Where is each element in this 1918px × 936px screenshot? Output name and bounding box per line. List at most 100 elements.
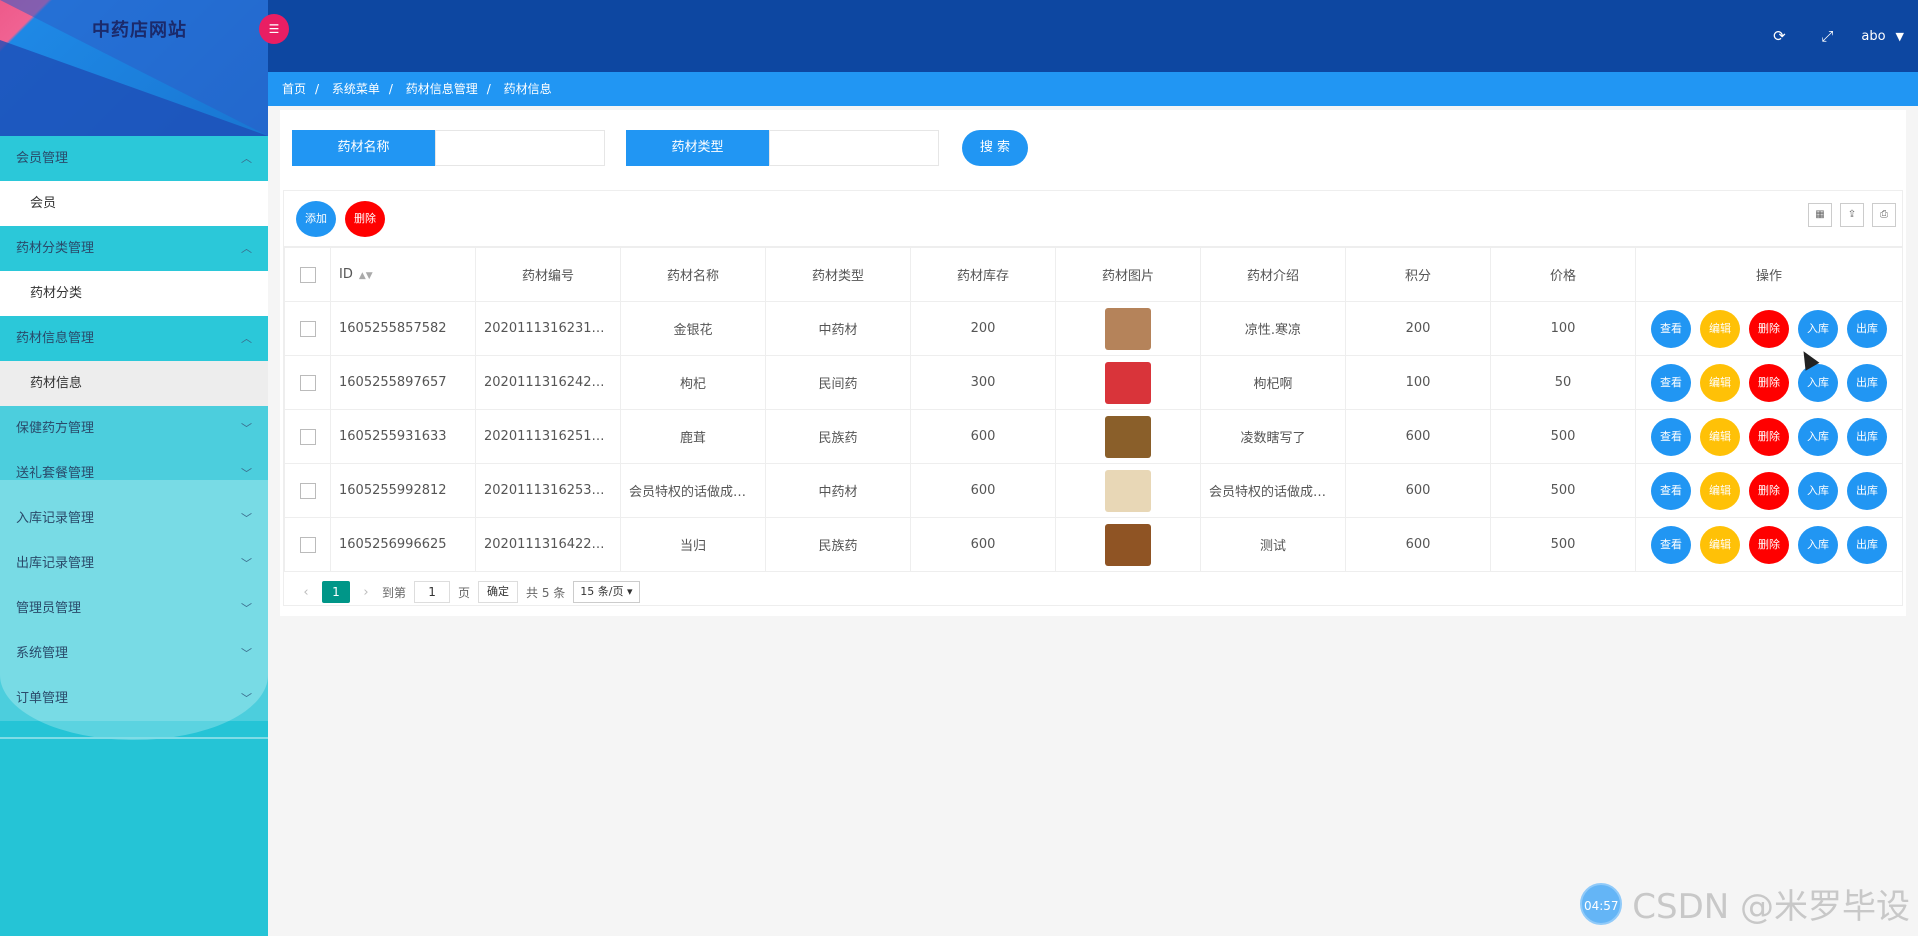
breadcrumb-home[interactable]: 首页 [282,82,306,96]
view-button[interactable]: 查看 [1651,471,1691,510]
sidebar-group-2[interactable]: 药材信息管理 ︿ [0,316,268,361]
col-intro: 药材介绍 [1200,247,1346,302]
herb-thumbnail[interactable] [1105,415,1151,458]
table-row: 1605256996625 20201113164223556 当归 民族药 600 测试… [284,517,1903,572]
sidebar-group-label: 管理员管理 [16,601,82,616]
chevron-down-icon: ﹀ [241,422,252,435]
sidebar-item-1-0[interactable]: 药材分类 [0,271,268,316]
stock-in-button[interactable]: 入库 [1798,471,1838,510]
columns-icon[interactable]: ▦ [1808,203,1832,227]
cell-image [1055,355,1201,410]
user-menu[interactable]: abo [1861,29,1885,44]
stock-out-button[interactable]: 出库 [1847,525,1887,564]
row-checkbox[interactable] [284,517,331,572]
breadcrumb-system-menu[interactable]: 系统菜单 [332,82,380,96]
chevron-down-icon[interactable]: ▼ [1896,30,1904,43]
cell-price: 500 [1490,517,1636,572]
delete-row-button[interactable]: 删除 [1749,309,1789,348]
stock-in-button[interactable]: 入库 [1798,525,1838,564]
sidebar-item-0-0[interactable]: 会员 [0,181,268,226]
select-all-checkbox[interactable] [284,247,331,302]
cell-actions: 查看 编辑 删除 入库 出库 [1635,409,1903,464]
delete-row-button[interactable]: 删除 [1749,471,1789,510]
sidebar-group-8[interactable]: 系统管理 ﹀ [0,631,268,676]
sidebar-group-9[interactable]: 订单管理 ﹀ [0,676,268,721]
add-button[interactable]: 添加 [296,201,336,237]
sidebar-group-0[interactable]: 会员管理 ︿ [0,136,268,181]
herb-thumbnail[interactable] [1105,469,1151,512]
stock-in-button[interactable]: 入库 [1798,309,1838,348]
list-icon[interactable]: ☰ [259,14,289,44]
search-button[interactable]: 搜 索 [962,130,1028,166]
row-checkbox[interactable] [284,301,331,356]
cell-points: 600 [1345,409,1491,464]
edit-button[interactable]: 编辑 [1700,309,1740,348]
stock-out-button[interactable]: 出库 [1847,471,1887,510]
col-id[interactable]: ID ▲▼ [330,247,476,302]
view-button[interactable]: 查看 [1651,363,1691,402]
col-stock: 药材库存 [910,247,1056,302]
cell-name: 枸杞 [620,355,766,410]
chevron-down-icon: ﹀ [241,557,252,570]
chevron-down-icon: ﹀ [241,647,252,660]
sidebar-item-2-0[interactable]: 药材信息 [0,361,268,406]
prev-page-icon[interactable]: ‹ [298,585,314,600]
stock-out-button[interactable]: 出库 [1847,363,1887,402]
stock-in-button[interactable]: 入库 [1798,417,1838,456]
delete-row-button[interactable]: 删除 [1749,525,1789,564]
view-button[interactable]: 查看 [1651,417,1691,456]
row-checkbox[interactable] [284,355,331,410]
sidebar-group-6[interactable]: 出库记录管理 ﹀ [0,541,268,586]
sidebar-group-4[interactable]: 送礼套餐管理 ﹀ [0,451,268,496]
herb-thumbnail[interactable] [1105,523,1151,566]
cell-stock: 200 [910,301,1056,356]
cell-points: 600 [1345,463,1491,518]
view-button[interactable]: 查看 [1651,525,1691,564]
delete-row-button[interactable]: 删除 [1749,417,1789,456]
edit-button[interactable]: 编辑 [1700,417,1740,456]
cell-id: 1605255857582 [330,301,476,356]
delete-button[interactable]: 删除 [345,201,385,237]
sidebar-group-1[interactable]: 药材分类管理 ︿ [0,226,268,271]
cell-id: 1605255992812 [330,463,476,518]
refresh-icon[interactable]: ⟳ [1755,27,1803,45]
herb-thumbnail[interactable] [1105,307,1151,350]
cell-intro: 会员特权的话做成积分 [1200,463,1346,518]
page-input[interactable]: 1 [414,581,451,603]
sidebar-group-7[interactable]: 管理员管理 ﹀ [0,586,268,631]
sidebar-group-3[interactable]: 保健药方管理 ﹀ [0,406,268,451]
breadcrumb-herb-info-mgmt[interactable]: 药材信息管理 [406,82,478,96]
next-page-icon[interactable]: › [358,585,374,600]
edit-button[interactable]: 编辑 [1700,525,1740,564]
per-page-select[interactable]: 15 条/页 ▾ [573,581,640,603]
view-button[interactable]: 查看 [1651,309,1691,348]
sort-icon[interactable]: ▲▼ [359,271,373,281]
confirm-button[interactable]: 确定 [478,581,519,603]
stock-out-button[interactable]: 出库 [1847,417,1887,456]
cell-image [1055,517,1201,572]
edit-button[interactable]: 编辑 [1700,363,1740,402]
export-icon[interactable]: ⇪ [1840,203,1864,227]
cell-points: 100 [1345,355,1491,410]
table-row: 1605255897657 20201113162421789 枸杞 民间药 300 枸杞… [284,355,1903,410]
main-content: 药材名称 药材类型 搜 索 添加 删除 ▦ ⇪ ⎙ ID ▲▼ 药材编号 药材名… [268,106,1918,936]
row-checkbox[interactable] [284,463,331,518]
cell-name: 鹿茸 [620,409,766,464]
fullscreen-icon[interactable]: ⤢ [1803,27,1851,45]
sidebar-group-label: 出库记录管理 [16,556,95,571]
table-row: 1605255992812 20201113162537123 会员特权的话做成积分… [284,463,1903,518]
topbar: ⟳ ⤢ abo ▼ [268,0,1918,72]
herb-name-input[interactable] [435,130,605,166]
edit-button[interactable]: 编辑 [1700,471,1740,510]
current-page[interactable]: 1 [322,581,350,603]
herb-type-input[interactable] [769,130,939,166]
stock-out-button[interactable]: 出库 [1847,309,1887,348]
print-icon[interactable]: ⎙ [1872,203,1896,227]
row-checkbox[interactable] [284,409,331,464]
cell-code: 2020111316251902 [475,409,621,464]
cell-actions: 查看 编辑 删除 入库 出库 [1635,463,1903,518]
herb-thumbnail[interactable] [1105,361,1151,404]
delete-row-button[interactable]: 删除 [1749,363,1789,402]
cell-type: 中药材 [765,301,911,356]
sidebar-group-5[interactable]: 入库记录管理 ﹀ [0,496,268,541]
